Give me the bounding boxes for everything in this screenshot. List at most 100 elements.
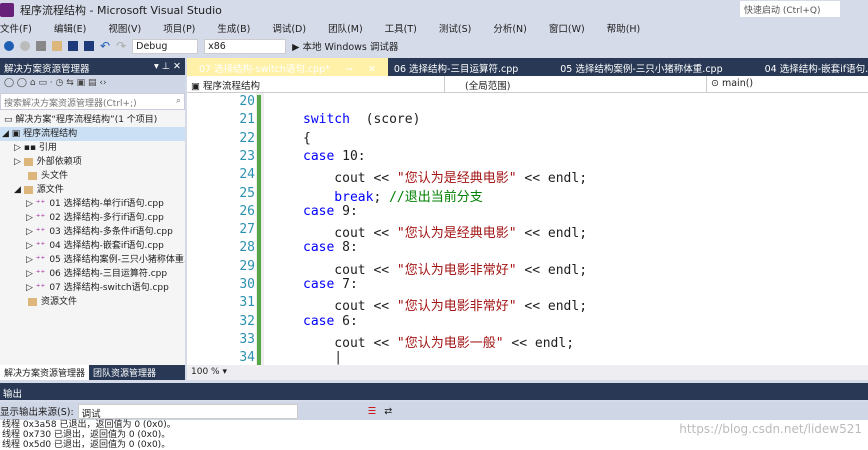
tree-sources[interactable]: ◢ 源文件: [0, 183, 185, 197]
menu-test[interactable]: 测试(S): [439, 20, 481, 36]
tree-file[interactable]: ▷ ⁺⁺ 07 选择结构-switch语句.cpp: [0, 281, 185, 295]
open-icon[interactable]: [52, 41, 62, 51]
code-token: 7:: [334, 277, 358, 292]
code-token: 9:: [334, 203, 358, 219]
project-dropdown[interactable]: ▣ 程序流程结构: [187, 76, 445, 92]
solution-explorer-header: 解决方案资源管理器 ▾ ⊥ ✕: [0, 58, 185, 75]
member-dropdown[interactable]: ⊙ main(): [707, 76, 868, 92]
menu-analyze[interactable]: 分析(N): [493, 20, 537, 36]
code-token: "您认为电影一般": [396, 335, 504, 351]
menu-edit[interactable]: 编辑(E): [54, 20, 96, 36]
redo-icon[interactable]: ↷: [116, 39, 126, 53]
tree-references[interactable]: ▷ ▪▪ 引用: [0, 141, 185, 155]
clear-all-icon[interactable]: ☰: [368, 406, 377, 417]
output-source-select[interactable]: 调试: [77, 403, 298, 420]
folder-icon: [23, 185, 33, 194]
code-line: cout << "您认为电影非常好" << endl;: [303, 295, 587, 314]
node-label: 资源文件: [41, 297, 78, 307]
code-token: cout <<: [303, 171, 397, 187]
config-select[interactable]: Debug: [132, 38, 199, 54]
forward-icon[interactable]: [20, 41, 30, 51]
code-token: << endl;: [516, 299, 588, 315]
zoom-select[interactable]: 100 %: [191, 367, 220, 377]
scope-dropdown[interactable]: (全局范围): [445, 76, 707, 92]
menu-view[interactable]: 视图(V): [108, 20, 151, 36]
close-icon[interactable]: ▾ ⊥ ✕: [154, 61, 181, 72]
quick-launch-input[interactable]: 快速启动 (Ctrl+Q): [740, 1, 840, 17]
navigation-bar: ▣ 程序流程结构 (全局范围) ⊙ main(): [187, 76, 868, 93]
menu-project[interactable]: 项目(P): [163, 20, 205, 36]
tree-resources[interactable]: 资源文件: [0, 295, 185, 309]
solution-explorer-toolbar: ◯ ◯ ⌂ ▭ · ◷ ⇆ ▣ ▤ ‹›: [0, 75, 185, 93]
menu-build[interactable]: 生成(B): [217, 20, 260, 36]
code-token: "您认为是经典电影": [396, 171, 517, 187]
tree-file[interactable]: ▷ ⁺⁺ 04 选择结构-嵌套if语句.cpp: [0, 239, 185, 253]
editor-tabs: 07 选择结构-switch语句.cpp* ⊸ ✕ 06 选择结构-三目运算符.…: [187, 58, 868, 76]
code-token: "您认为是经典电影": [396, 226, 517, 242]
menu-bar: 文件(F) 编辑(E) 视图(V) 项目(P) 生成(B) 调试(D) 团队(M…: [0, 20, 662, 36]
tree-file[interactable]: ▷ ⁺⁺05 选择结构案例-三只小猪称体重.cpp: [0, 253, 185, 267]
tree-file[interactable]: ▷ ⁺⁺ 03 选择结构-多条件if语句.cpp: [0, 225, 185, 239]
tab-06[interactable]: 06 选择结构-三目运算符.cpp: [388, 58, 524, 76]
tree-file[interactable]: ▷ ⁺⁺ 02 选择结构-多行if语句.cpp: [0, 211, 185, 225]
line-number: 23: [239, 148, 255, 164]
menu-window[interactable]: 窗口(W): [549, 20, 595, 36]
code-token: case: [303, 277, 335, 292]
new-project-icon[interactable]: [36, 41, 46, 51]
tree-project[interactable]: ◢ ▣ 程序流程结构: [0, 127, 185, 141]
file-label: 05 选择结构案例-三只小猪称体重.cpp: [49, 255, 185, 265]
menu-debug[interactable]: 调试(D): [272, 20, 316, 36]
code-token: << endl;: [516, 226, 588, 242]
code-line: case 9:: [303, 204, 358, 219]
line-number: 29: [239, 258, 255, 274]
scope-dropdown-label: (全局范围): [465, 81, 511, 92]
back-icon[interactable]: [4, 41, 14, 51]
code-line: break; //退出当前分支: [303, 186, 482, 205]
solution-label: 解决方案“程序流程结构”(1 个项目): [15, 115, 158, 125]
search-placeholder: 搜索解决方案资源管理器(Ctrl+;): [4, 99, 137, 109]
word-wrap-icon[interactable]: ⇄: [384, 406, 392, 417]
code-line: |: [303, 350, 342, 365]
menu-team[interactable]: 团队(M): [328, 20, 373, 36]
menu-tools[interactable]: 工具(T): [385, 20, 427, 36]
tab-04[interactable]: 04 选择结构-嵌套if语句.cpp: [759, 58, 868, 76]
output-line: 线程 0x5d0 已退出，返回值为 0 (0x0)。: [2, 440, 171, 450]
search-icon: ⌕: [175, 96, 181, 106]
undo-icon[interactable]: ↶: [100, 39, 110, 53]
line-number: 31: [239, 295, 255, 311]
save-all-icon[interactable]: [84, 41, 94, 51]
code-editor[interactable]: 20 21 switch (score) 22 {23 case 10: 24 cout <…: [187, 93, 868, 365]
watermark: https://blog.csdn.net/lidew521: [679, 422, 862, 436]
vs-logo-icon: [0, 3, 14, 17]
code-token: case: [303, 313, 335, 329]
code-token: "您认为电影非常好": [396, 262, 517, 278]
platform-select[interactable]: x86: [204, 38, 287, 54]
code-token: << endl;: [503, 335, 575, 351]
menu-help[interactable]: 帮助(H): [607, 20, 651, 36]
tree-file[interactable]: ▷ ⁺⁺ 01 选择结构-单行if语句.cpp: [0, 197, 185, 211]
folder-icon: [28, 171, 37, 180]
tree-external-deps[interactable]: ▷ 外部依赖项: [0, 155, 185, 169]
save-icon[interactable]: [68, 41, 78, 51]
tree-headers[interactable]: 头文件: [0, 169, 185, 183]
tab-team-explorer[interactable]: 团队资源管理器: [89, 365, 160, 380]
window-title: 程序流程结构 - Microsoft Visual Studio: [20, 4, 222, 17]
line-number: 20: [239, 94, 255, 109]
tab-07-switch[interactable]: 07 选择结构-switch语句.cpp* ⊸ ✕: [187, 58, 388, 76]
code-token: cout <<: [303, 335, 397, 351]
solution-search-input[interactable]: 搜索解决方案资源管理器(Ctrl+;) ⌕: [0, 93, 185, 110]
title-bar: 程序流程结构 - Microsoft Visual Studio: [0, 0, 868, 20]
tab-05[interactable]: 05 选择结构案例-三只小猪称体重.cpp: [554, 58, 728, 76]
code-token: case: [303, 148, 335, 164]
tab-solution-explorer[interactable]: 解决方案资源管理器: [0, 365, 90, 380]
project-dropdown-label: 程序流程结构: [203, 81, 261, 92]
node-label: 头文件: [41, 171, 69, 181]
home-icon[interactable]: ◯ ◯ ⌂ ▭ · ◷ ⇆ ▣ ▤ ‹›: [4, 78, 107, 88]
tree-file[interactable]: ▷ ⁺⁺ 06 选择结构-三目运算符.cpp: [0, 267, 185, 281]
code-line: case 10:: [303, 149, 366, 164]
start-debug-button[interactable]: ▶ 本地 Windows 调试器: [292, 39, 398, 53]
line-number: 27: [239, 222, 255, 238]
line-number: 33: [239, 331, 255, 347]
menu-file[interactable]: 文件(F): [0, 20, 42, 36]
tree-solution[interactable]: ▭ 解决方案“程序流程结构”(1 个项目): [0, 113, 185, 127]
